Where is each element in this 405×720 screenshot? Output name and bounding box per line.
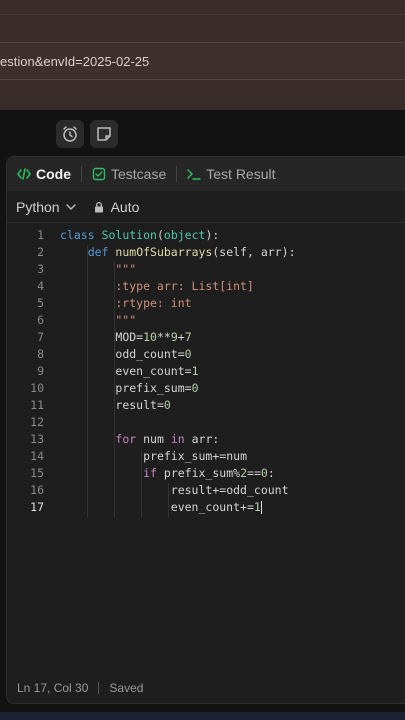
text-cursor bbox=[260, 501, 262, 514]
note-icon bbox=[97, 127, 111, 141]
line-number: 9 bbox=[37, 364, 44, 378]
save-status: Saved bbox=[109, 681, 144, 695]
language-label: Python bbox=[16, 198, 60, 215]
code-text: class Solution(object): bbox=[60, 228, 220, 242]
timer-button[interactable] bbox=[56, 120, 84, 148]
status-divider bbox=[98, 682, 100, 694]
taskbar-strip bbox=[0, 712, 405, 720]
code-editor[interactable]: 1 class Solution(object): 2 def numOfSubar… bbox=[7, 227, 405, 667]
tab-divider bbox=[176, 166, 178, 182]
tab-testcase-label: Testcase bbox=[111, 166, 167, 182]
browser-bookmarks-strip bbox=[0, 80, 405, 110]
line-number: 17 bbox=[30, 500, 44, 514]
language-select[interactable]: Python bbox=[16, 199, 77, 215]
line-number: 7 bbox=[37, 330, 44, 344]
tab-test-result-label: Test Result bbox=[206, 166, 276, 182]
code-line[interactable]: 12 bbox=[7, 414, 405, 431]
code-line[interactable]: 17 even_count+=1 bbox=[7, 499, 405, 516]
line-number: 12 bbox=[30, 415, 44, 429]
chevron-down-icon bbox=[65, 203, 76, 210]
code-text: prefix_sum=0 bbox=[115, 381, 199, 395]
notes-button[interactable] bbox=[90, 120, 118, 148]
code-line[interactable]: 5 :rtype: int bbox=[7, 295, 405, 312]
address-bar[interactable]: estion&envId=2025-02-25 bbox=[0, 42, 405, 80]
line-number: 4 bbox=[37, 279, 44, 293]
line-number: 8 bbox=[37, 347, 44, 361]
code-text: MOD=10**9+7 bbox=[115, 330, 192, 344]
code-icon bbox=[17, 168, 31, 180]
code-text: odd_count=0 bbox=[115, 347, 192, 361]
alarm-clock-icon bbox=[63, 126, 77, 142]
editor-toolbar: Python Auto bbox=[7, 191, 405, 223]
tab-code-label: Code bbox=[36, 166, 71, 182]
line-number: 6 bbox=[37, 313, 44, 327]
code-line[interactable]: 7 MOD=10**9+7 bbox=[7, 329, 405, 346]
code-text: """ bbox=[60, 262, 137, 276]
code-line[interactable]: 14 prefix_sum+=num bbox=[7, 448, 405, 465]
lock-icon bbox=[94, 201, 103, 212]
tab-code[interactable]: Code bbox=[17, 166, 71, 182]
code-line[interactable]: 9 even_count=1 bbox=[7, 363, 405, 380]
code-line[interactable]: 6 """ bbox=[7, 312, 405, 329]
terminal-icon bbox=[187, 169, 201, 180]
code-line[interactable]: 15 if prefix_sum%2==0: bbox=[7, 465, 405, 482]
code-text: even_count+=1 bbox=[170, 500, 262, 514]
code-line[interactable]: 8 odd_count=0 bbox=[7, 346, 405, 363]
tab-test-result[interactable]: Test Result bbox=[187, 166, 276, 182]
code-line[interactable]: 1 class Solution(object): bbox=[7, 227, 405, 244]
code-line[interactable]: 3 """ bbox=[7, 261, 405, 278]
line-number: 16 bbox=[30, 483, 44, 497]
code-line[interactable]: 13 for num in arr: bbox=[7, 431, 405, 448]
code-text: prefix_sum+=num bbox=[143, 449, 247, 463]
line-number: 10 bbox=[30, 381, 44, 395]
code-text: def numOfSubarrays(self, arr): bbox=[87, 245, 296, 259]
line-number: 13 bbox=[30, 432, 44, 446]
panel-tab-bar: Code Testcase Test Result bbox=[7, 157, 405, 191]
code-text: result+=odd_count bbox=[170, 483, 289, 497]
code-line[interactable]: 2 def numOfSubarrays(self, arr): bbox=[7, 244, 405, 261]
code-text: if prefix_sum%2==0: bbox=[143, 466, 275, 480]
line-number: 5 bbox=[37, 296, 44, 310]
code-line[interactable]: 4 :type arr: List[int] bbox=[7, 278, 405, 295]
tab-divider bbox=[81, 166, 82, 182]
code-text: even_count=1 bbox=[115, 364, 199, 378]
line-number: 11 bbox=[30, 398, 44, 412]
checkbox-icon bbox=[92, 167, 106, 181]
code-text: for num in arr: bbox=[115, 432, 220, 446]
address-bar-url[interactable]: estion&envId=2025-02-25 bbox=[0, 54, 149, 69]
cursor-position: Ln 17, Col 30 bbox=[17, 681, 89, 695]
tab-testcase[interactable]: Testcase bbox=[92, 166, 166, 182]
line-number: 14 bbox=[30, 449, 44, 463]
code-text: result=0 bbox=[115, 398, 171, 412]
code-line[interactable]: 11 result=0 bbox=[7, 397, 405, 414]
line-number: 3 bbox=[37, 262, 44, 276]
editor-status-bar: Ln 17, Col 30 Saved bbox=[7, 673, 405, 703]
line-number: 1 bbox=[37, 228, 44, 242]
auto-mode-label: Auto bbox=[110, 198, 140, 215]
code-text: :type arr: List[int] bbox=[60, 279, 254, 293]
code-panel: Code Testcase Test Result Python Auto 1 … bbox=[6, 156, 405, 704]
line-number: 2 bbox=[37, 245, 44, 259]
code-text: :rtype: int bbox=[60, 296, 192, 310]
auto-mode-toggle[interactable]: Auto bbox=[93, 198, 140, 215]
code-text: """ bbox=[60, 313, 137, 327]
browser-tab-strip bbox=[0, 0, 405, 42]
code-line[interactable]: 10 prefix_sum=0 bbox=[7, 380, 405, 397]
line-number: 15 bbox=[30, 466, 44, 480]
code-line[interactable]: 16 result+=odd_count bbox=[7, 482, 405, 499]
